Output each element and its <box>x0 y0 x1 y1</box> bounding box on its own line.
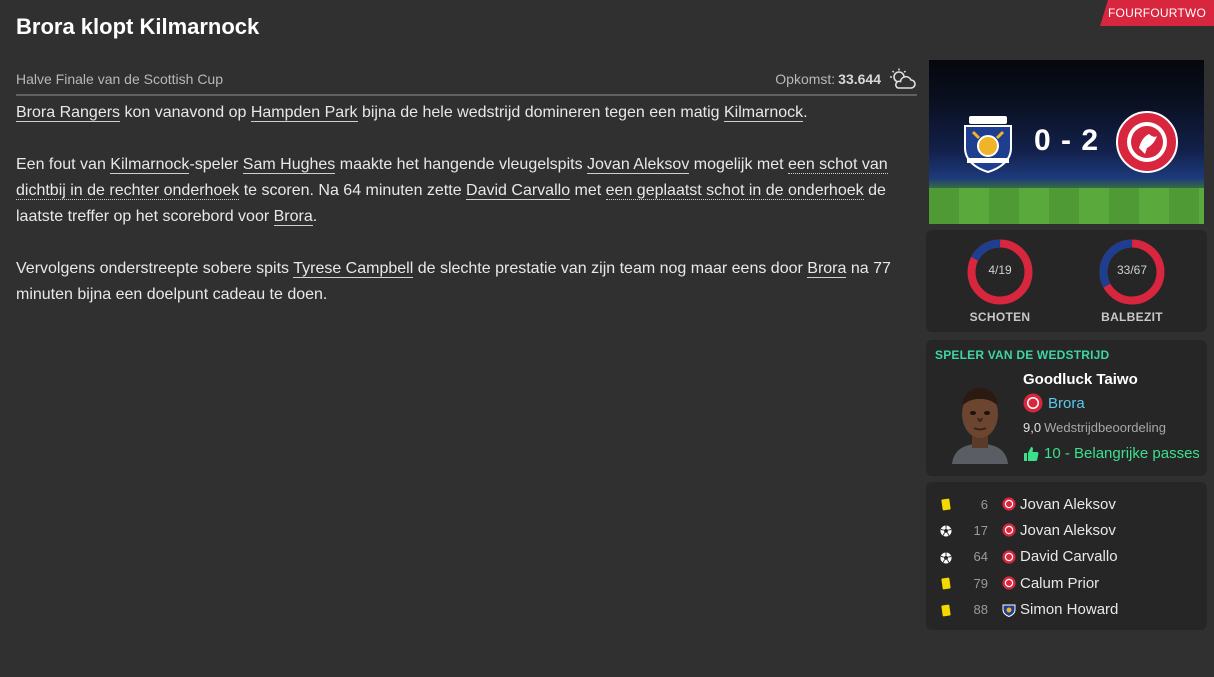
link-goal-highlight-2[interactable]: een geplaatst schot in de onderhoek <box>605 182 864 200</box>
link-player-sam-hughes[interactable]: Sam Hughes <box>242 156 336 174</box>
score-banner[interactable]: 0 - 2 <box>929 60 1204 224</box>
event-player[interactable]: Jovan Aleksov <box>1020 496 1116 513</box>
event-player[interactable]: Calum Prior <box>1020 575 1099 592</box>
link-stadium[interactable]: Hampden Park <box>250 104 358 122</box>
shots-label: SCHOTEN <box>969 310 1031 324</box>
event-minute: 64 <box>973 549 988 565</box>
event-minute: 6 <box>980 496 988 512</box>
report-text: Vervolgens onderstreepte sobere spits <box>16 260 294 277</box>
motm-player-name[interactable]: Goodluck Taiwo <box>1023 371 1138 388</box>
report-paragraph: Vervolgens onderstreepte sobere spits Ty… <box>16 256 921 308</box>
motm-rating-label: Wedstrijdbeoordeling <box>1044 420 1166 435</box>
motm-heading: SPELER VAN DE WEDSTRIJD <box>935 348 1110 362</box>
goal-ball-icon <box>940 524 952 542</box>
event-player[interactable]: Simon Howard <box>1020 601 1118 618</box>
report-text: mogelijk met <box>689 156 789 173</box>
event-player[interactable]: David Carvallo <box>1020 548 1118 565</box>
man-of-the-match-card[interactable]: SPELER VAN DE WEDSTRIJD Goodluck Taiwo B… <box>926 340 1207 476</box>
yellow-card-icon <box>940 498 952 516</box>
link-team-kilmarnock[interactable]: Kilmarnock <box>110 156 190 174</box>
possession-ring-chart: 33/67 <box>1098 238 1166 306</box>
match-subheader: Halve Finale van de Scottish Cup Opkomst… <box>16 64 917 96</box>
page-title: Brora klopt Kilmarnock <box>16 14 260 39</box>
motm-highlight-text: 10 - Belangrijke passes <box>1044 445 1199 462</box>
event-minute: 88 <box>973 602 988 618</box>
partly-cloudy-icon <box>890 68 916 89</box>
stat-possession[interactable]: 33/67 BALBEZIT <box>1082 238 1182 324</box>
motm-club[interactable]: Brora <box>1023 393 1085 413</box>
competition-label: Halve Finale van de Scottish Cup <box>16 71 223 87</box>
event-row[interactable]: 79 Calum Prior <box>926 571 1207 595</box>
link-player-tyrese-campbell[interactable]: Tyrese Campbell <box>293 260 414 278</box>
report-paragraph: Een fout van Kilmarnock-speler Sam Hughe… <box>16 152 921 230</box>
report-text: te scoren. Na 64 minuten zette <box>239 182 467 199</box>
match-events-card: 6 Jovan Aleksov 17 Jovan Aleksov 64 David Car… <box>926 482 1207 630</box>
brand-tag[interactable]: FOURFOURTWO <box>1100 0 1214 26</box>
report-text: maakte het hangende vleugelspits <box>335 156 588 173</box>
report-paragraph: Brora Rangers kon vanavond op Hampden Pa… <box>16 100 921 126</box>
motm-rating-value: 9,0 <box>1023 420 1042 435</box>
motm-rating: 9,0 Wedstrijdbeoordeling <box>1023 420 1166 435</box>
brora-crest-icon <box>1002 497 1016 516</box>
yellow-card-icon <box>940 604 952 622</box>
motm-club-name: Brora <box>1048 394 1085 412</box>
report-text: . <box>312 208 318 225</box>
event-minute: 17 <box>973 522 988 538</box>
brora-crest-icon <box>1002 576 1016 595</box>
shots-value: 4/19 <box>988 263 1012 277</box>
match-report: Brora Rangers kon vanavond op Hampden Pa… <box>16 100 921 334</box>
thumbs-up-icon <box>1024 446 1039 461</box>
link-team-brora[interactable]: Brora <box>273 208 313 226</box>
stat-shots[interactable]: 4/19 SCHOTEN <box>950 238 1050 324</box>
event-row[interactable]: 6 Jovan Aleksov <box>926 492 1207 516</box>
report-text: de slechte prestatie van zijn team nog m… <box>413 260 808 277</box>
attendance: Opkomst: 33.644 <box>775 68 917 90</box>
link-team-brora[interactable]: Brora <box>807 260 847 278</box>
brora-crest-icon <box>1023 393 1043 413</box>
event-minute: 79 <box>973 575 988 591</box>
report-text: bijna de hele wedstrijd domineren tegen … <box>357 104 724 121</box>
brora-crest-icon <box>1002 523 1016 542</box>
link-team-kilmarnock[interactable]: Kilmarnock <box>723 104 804 122</box>
attendance-label: Opkomst: <box>775 71 836 87</box>
stats-card: 4/19 SCHOTEN 33/67 BALBEZIT <box>926 230 1207 332</box>
event-row[interactable]: 88 Simon Howard <box>926 598 1207 622</box>
motm-highlight: 10 - Belangrijke passes <box>1023 445 1199 462</box>
report-text: kon vanavond op <box>120 104 251 121</box>
event-row[interactable]: 17 Jovan Aleksov <box>926 518 1207 542</box>
player-portrait <box>952 388 1008 464</box>
goal-ball-icon <box>940 551 952 569</box>
yellow-card-icon <box>940 577 952 595</box>
possession-label: BALBEZIT <box>1101 310 1163 324</box>
pitch-stripes <box>929 188 1204 224</box>
report-text: . <box>803 104 808 121</box>
brora-rangers-crest-icon <box>1116 111 1178 173</box>
report-text: -speler <box>189 156 243 173</box>
possession-value: 33/67 <box>1116 263 1148 277</box>
kilmarnock-crest-icon <box>1002 603 1016 622</box>
report-text: met <box>570 182 606 199</box>
shots-ring-chart: 4/19 <box>966 238 1034 306</box>
link-team-brora-rangers[interactable]: Brora Rangers <box>16 104 121 122</box>
report-text: Een fout van <box>16 156 111 173</box>
link-player-jovan-aleksov[interactable]: Jovan Aleksov <box>587 156 690 174</box>
event-player[interactable]: Jovan Aleksov <box>1020 522 1116 539</box>
link-player-david-carvallo[interactable]: David Carvallo <box>466 182 571 200</box>
event-row[interactable]: 64 David Carvallo <box>926 545 1207 569</box>
attendance-value: 33.644 <box>838 71 881 87</box>
brora-crest-icon <box>1002 550 1016 569</box>
